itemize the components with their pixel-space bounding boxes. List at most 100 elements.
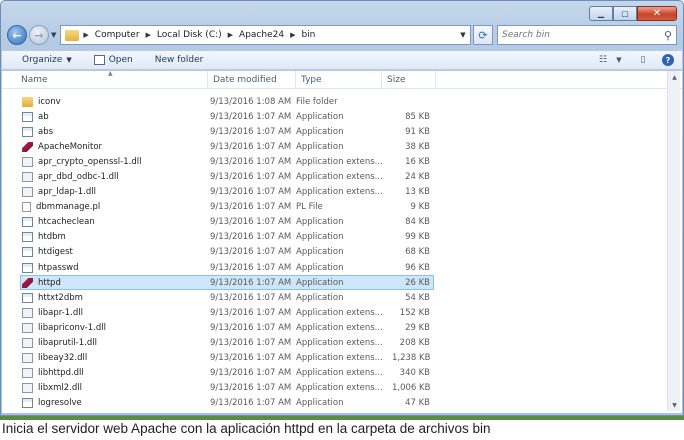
type-cell: Application extens... [296, 338, 383, 349]
file-row[interactable]: apr_dbd_odbc-1.dll 9/13/2016 1:07 AM Appli… [2, 169, 682, 184]
chevron-right-icon[interactable]: ▶ [228, 31, 233, 39]
dll-icon [22, 172, 33, 183]
date-modified-cell: 9/13/2016 1:07 AM [210, 383, 292, 394]
dll-icon [22, 307, 33, 318]
type-cell: Application [296, 277, 344, 288]
file-row[interactable]: htdbm 9/13/2016 1:07 AM Application 99 KB [2, 230, 682, 245]
size-cell: 9 KB [410, 202, 430, 213]
file-row[interactable]: libxml2.dll 9/13/2016 1:07 AM Application … [2, 381, 682, 396]
chevron-right-icon[interactable]: ▶ [290, 31, 295, 39]
recent-pages-dropdown-icon[interactable]: ▼ [51, 31, 56, 39]
view-options-icon[interactable]: ☷ [596, 54, 610, 66]
file-row[interactable]: libaprutil-1.dll 9/13/2016 1:07 AM Applica… [2, 336, 682, 351]
file-name-cell: libapr-1.dll [2, 307, 208, 318]
close-button[interactable]: ✕ [637, 6, 677, 21]
view-controls: ☷ ▼ ▯ ? [586, 54, 682, 66]
file-row[interactable]: htpasswd 9/13/2016 1:07 AM Application 96 K… [2, 260, 682, 275]
feather-icon [22, 277, 33, 288]
file-row[interactable]: htdigest 9/13/2016 1:07 AM Application 68 K… [2, 245, 682, 260]
file-row[interactable]: libeay32.dll 9/13/2016 1:07 AM Application… [2, 351, 682, 366]
app-icon [22, 217, 33, 228]
minimize-button[interactable]: ▁ [589, 6, 613, 21]
file-name: ab [38, 111, 49, 122]
column-header-type[interactable]: Type [296, 71, 382, 88]
forward-button[interactable]: → [29, 25, 49, 45]
breadcrumb-item[interactable]: ▶ Computer [83, 30, 139, 40]
help-icon[interactable]: ? [662, 54, 674, 66]
size-cell: 84 KB [405, 217, 430, 228]
address-bar[interactable]: ▶ Computer ▶ Local Disk (C:) ▶ Apache24 ▶ bin ▼ [60, 25, 471, 45]
file-name: apr_dbd_odbc-1.dll [38, 172, 119, 183]
search-box[interactable]: ⚲ [497, 25, 677, 45]
file-row[interactable]: abs 9/13/2016 1:07 AM Application 91 KB [2, 124, 682, 139]
file-name-cell: htpasswd [2, 262, 208, 273]
size-cell: 340 KB [399, 368, 430, 379]
file-row[interactable]: ab 9/13/2016 1:07 AM Application 85 KB [2, 109, 682, 124]
address-history-dropdown-icon[interactable]: ▼ [456, 31, 470, 39]
file-name-cell: iconv [2, 96, 208, 107]
type-cell: Application [296, 217, 344, 228]
type-cell: Application [296, 111, 344, 122]
date-modified-cell: 9/13/2016 1:07 AM [210, 217, 292, 228]
scroll-down-icon[interactable]: ▼ [668, 399, 681, 411]
column-header-size[interactable]: Size [382, 71, 436, 88]
file-name: libapr-1.dll [38, 307, 83, 318]
refresh-button[interactable]: ⟳ [473, 25, 493, 45]
type-cell: Application extens... [296, 383, 383, 394]
breadcrumb-item[interactable]: ▶ bin [290, 30, 315, 40]
view-dropdown-icon[interactable]: ▼ [612, 54, 626, 66]
app-icon [22, 232, 33, 243]
breadcrumb-item[interactable]: ▶ Apache24 [228, 30, 284, 40]
file-name-cell: logresolve [2, 398, 208, 409]
maximize-button[interactable]: ▢ [613, 6, 637, 21]
chevron-right-icon[interactable]: ▶ [83, 31, 88, 39]
file-row[interactable]: libapriconv-1.dll 9/13/2016 1:07 AM Applic… [2, 320, 682, 335]
organize-button[interactable]: Organize ▼ [22, 55, 72, 65]
file-row[interactable]: httxt2dbm 9/13/2016 1:07 AM Application 54 … [2, 290, 682, 305]
vertical-scrollbar[interactable]: ▲ ▼ [667, 71, 680, 411]
file-name: libeay32.dll [38, 353, 88, 364]
file-row[interactable]: apr_crypto_openssl-1.dll 9/13/2016 1:07 A… [2, 154, 682, 169]
file-row[interactable]: libapr-1.dll 9/13/2016 1:07 AM Application… [2, 305, 682, 320]
file-name: htdbm [38, 232, 66, 243]
file-name-cell: abs [2, 126, 208, 137]
type-cell: Application [296, 126, 344, 137]
breadcrumb-item[interactable]: ▶ Local Disk (C:) [146, 30, 222, 40]
file-row[interactable]: dbmmanage.pl 9/13/2016 1:07 AM PL File 9 KB [2, 200, 682, 215]
size-cell: 47 KB [405, 398, 430, 409]
file-name: abs [38, 126, 54, 137]
file-row[interactable]: httpd 9/13/2016 1:07 AM Application 26 KB [20, 275, 434, 291]
open-button[interactable]: Open [93, 55, 133, 65]
file-row[interactable]: iconv 9/13/2016 1:08 AM File folder [2, 94, 682, 109]
column-header-date-modified[interactable]: Date modified [208, 71, 296, 88]
chevron-right-icon[interactable]: ▶ [146, 31, 151, 39]
search-input[interactable] [502, 30, 664, 40]
file-row[interactable]: ApacheMonitor 9/13/2016 1:07 AM Applicatio… [2, 139, 682, 154]
breadcrumb-label: Local Disk (C:) [156, 30, 222, 40]
file-name-cell: htcacheclean [2, 217, 208, 228]
column-header-name[interactable]: Name [2, 71, 208, 88]
file-name-cell: libhttpd.dll [2, 368, 208, 379]
preview-pane-icon[interactable]: ▯ [636, 54, 650, 66]
explorer-window: ▁ ▢ ✕ ← → ▼ ▶ Computer ▶ Local Disk (C:) ▶ Ap… [0, 0, 684, 416]
file-row[interactable]: apr_ldap-1.dll 9/13/2016 1:07 AM Applicati… [2, 185, 682, 200]
file-name-cell: libapriconv-1.dll [2, 322, 208, 333]
date-modified-cell: 9/13/2016 1:08 AM [210, 96, 292, 107]
app-icon [22, 292, 33, 303]
file-row[interactable]: logresolve 9/13/2016 1:07 AM Application 47… [2, 396, 682, 411]
file-row[interactable]: htcacheclean 9/13/2016 1:07 AM Application… [2, 215, 682, 230]
search-icon[interactable]: ⚲ [664, 29, 672, 42]
file-list: iconv 9/13/2016 1:08 AM File folder ab 9/13/… [2, 89, 682, 411]
size-cell: 85 KB [405, 111, 430, 122]
window-controls: ▁ ▢ ✕ [589, 6, 677, 21]
file-name: htdigest [38, 247, 73, 258]
back-button[interactable]: ← [7, 25, 27, 45]
file-row[interactable]: libhttpd.dll 9/13/2016 1:07 AM Application… [2, 366, 682, 381]
command-bar: Organize ▼ Open New folder ☷ ▼ ▯ ? [2, 50, 682, 70]
type-cell: File folder [296, 96, 338, 107]
size-cell: 208 KB [399, 338, 430, 349]
new-folder-button[interactable]: New folder [155, 55, 204, 65]
file-name-cell: httxt2dbm [2, 292, 208, 303]
scroll-up-icon[interactable]: ▲ [668, 71, 681, 83]
type-cell: Application [296, 247, 344, 258]
